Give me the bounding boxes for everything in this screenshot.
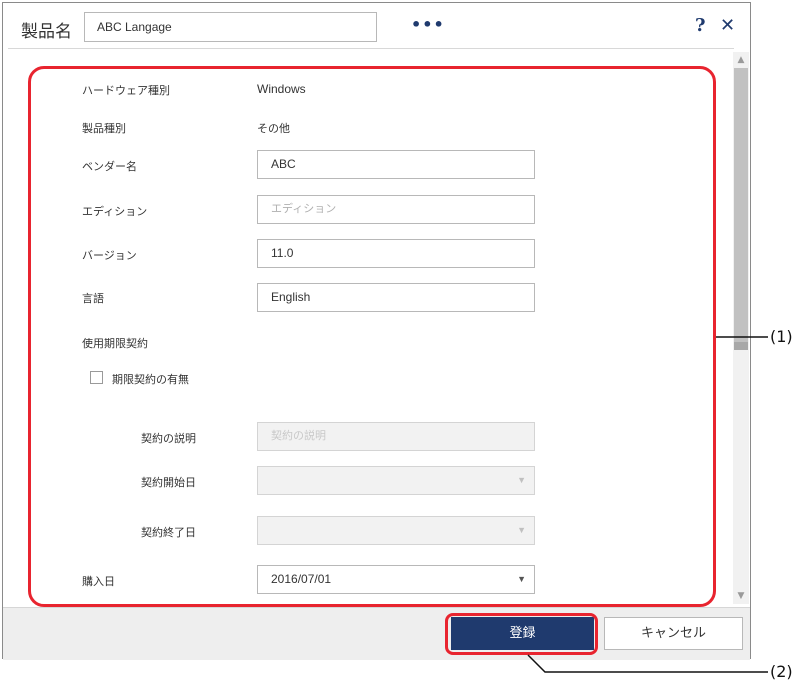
- annotation-lines: [527, 336, 768, 673]
- callout-label-2: (2): [770, 662, 793, 681]
- callout-label-1: (1): [770, 327, 793, 346]
- callout-line-2: [527, 654, 768, 673]
